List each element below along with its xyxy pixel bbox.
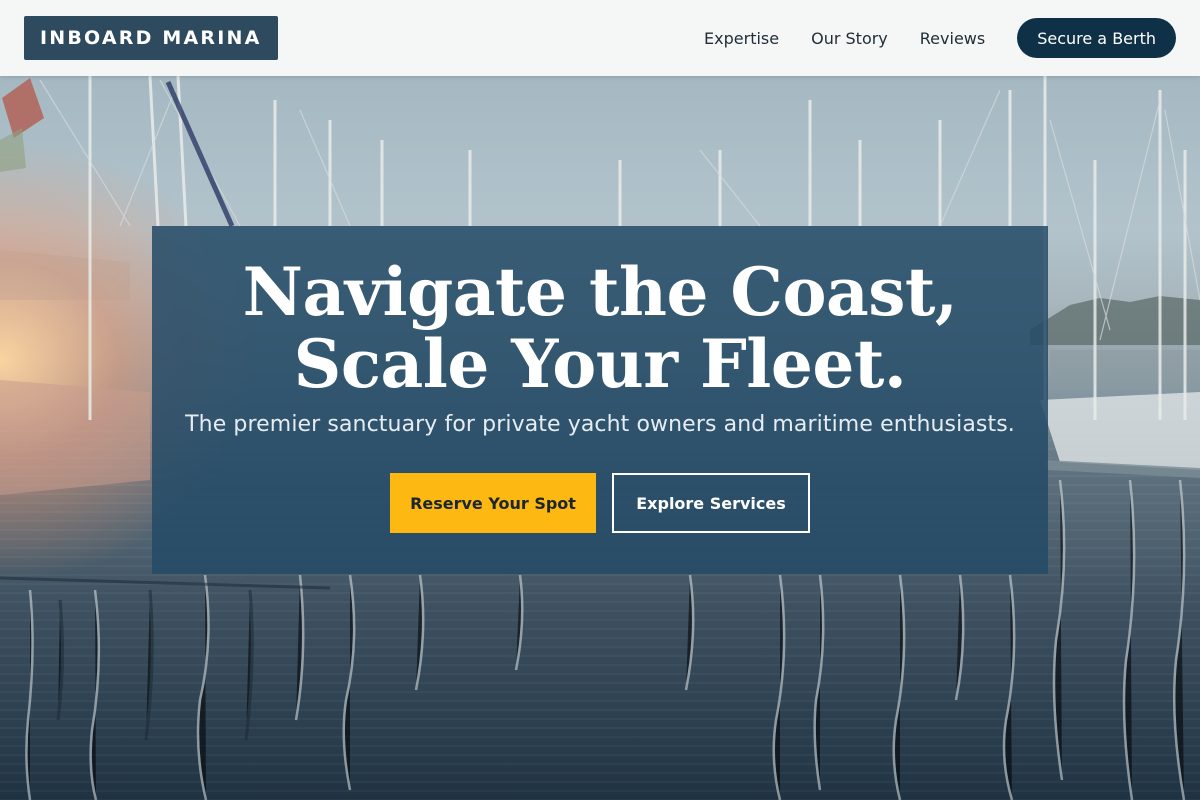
hero-subtitle: The premier sanctuary for private yacht … (185, 412, 1015, 437)
secure-berth-button[interactable]: Secure a Berth (1017, 18, 1176, 58)
top-navbar: INBOARD MARINA Expertise Our Story Revie… (0, 0, 1200, 76)
nav-link-our-story[interactable]: Our Story (811, 29, 888, 48)
nav-link-reviews[interactable]: Reviews (920, 29, 985, 48)
hero-title: Navigate the Coast, Scale Your Fleet. (242, 253, 958, 403)
explore-services-button[interactable]: Explore Services (612, 473, 810, 533)
brand-logo[interactable]: INBOARD MARINA (24, 16, 278, 60)
hero-actions: Reserve Your Spot Explore Services (390, 473, 810, 533)
reserve-spot-button[interactable]: Reserve Your Spot (390, 473, 596, 533)
main-nav: Expertise Our Story Reviews Secure a Ber… (704, 18, 1176, 58)
hero-panel: Navigate the Coast, Scale Your Fleet. Th… (152, 226, 1048, 574)
nav-link-expertise[interactable]: Expertise (704, 29, 779, 48)
